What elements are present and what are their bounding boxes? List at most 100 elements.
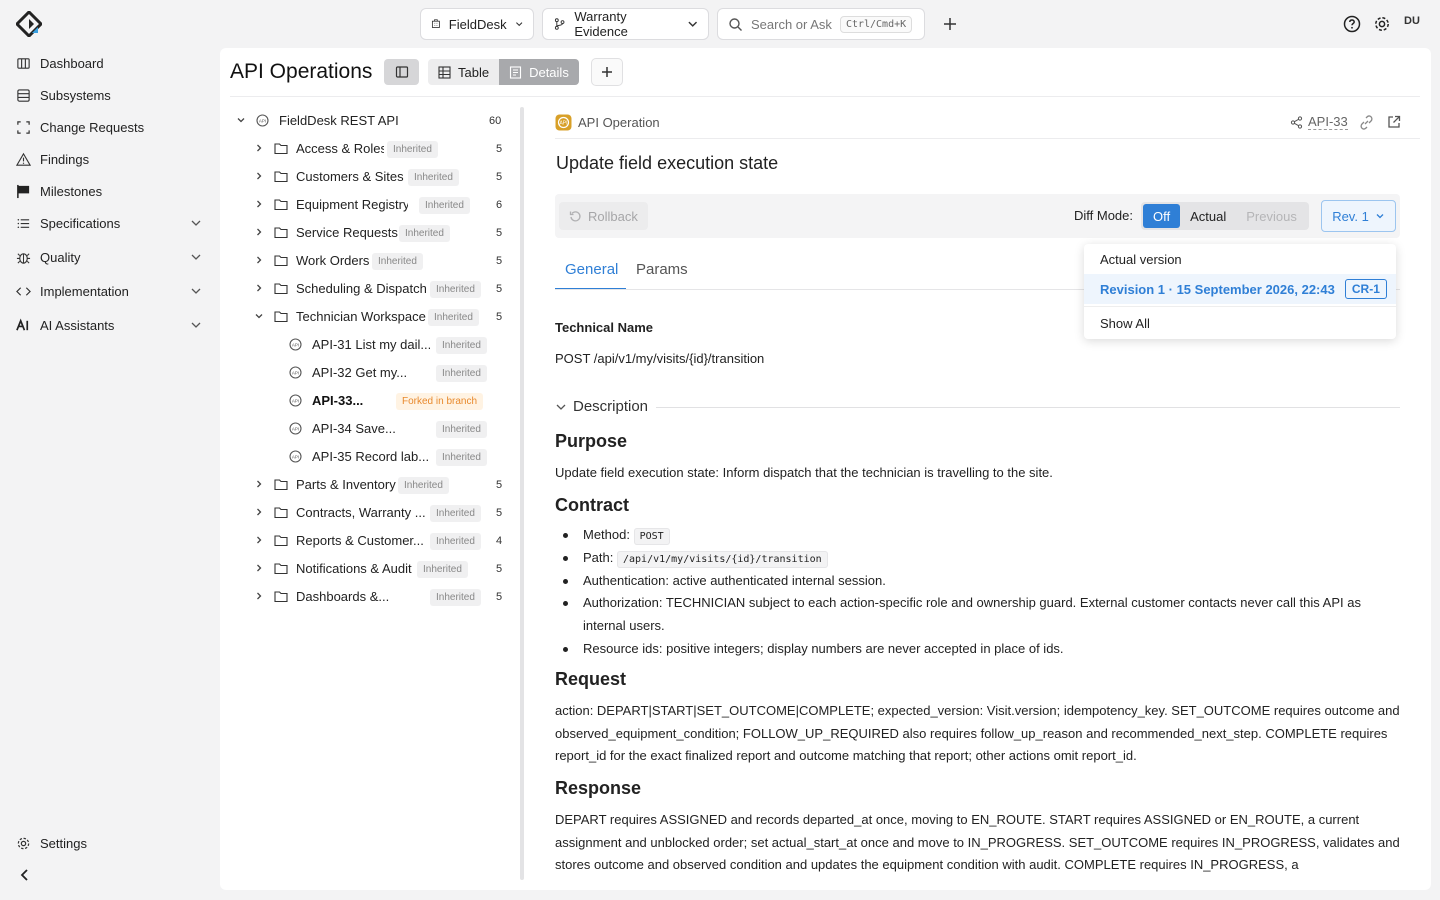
tree-group[interactable]: Notifications & Audit [254,557,412,579]
tree-group[interactable]: Equipment Registry [254,193,408,215]
tree-operation[interactable]: API API-35 Record lab... [289,445,428,467]
plus-icon [944,18,956,30]
dropdown-item-show-all[interactable]: Show All [1084,308,1396,338]
tree-group[interactable]: Technician Workspace [254,305,426,327]
sidebar-item-label: Implementation [40,283,129,299]
search-box[interactable]: Search or Ask Ctrl/Cmd+K [717,8,925,40]
tree-group[interactable]: Dashboards &... [254,585,389,607]
tree-count: 6 [496,199,503,211]
project-selector[interactable]: FieldDesk [420,8,534,40]
inherited-badge: Inherited [430,281,481,298]
diff-off-option[interactable]: Off [1143,204,1181,228]
description-toggle[interactable]: Description [555,398,648,415]
sidebar-item-specifications[interactable]: Specifications [16,211,206,235]
tree-group[interactable]: Service Requests [254,221,398,243]
tree-operation[interactable]: API API-33... [289,389,363,411]
api-icon: API [289,393,302,407]
settings-gear-icon[interactable] [1373,15,1391,33]
open-external-icon[interactable] [1387,115,1401,129]
diff-actual-option[interactable]: Actual [1180,204,1236,228]
ids-text: Resource ids: positive integers; display… [583,641,1064,656]
dropdown-item-revision[interactable]: Revision 1 · 15 September 2026, 22:43 CR… [1084,274,1396,304]
tree-group[interactable]: Reports & Customer... [254,529,424,551]
tree-group-label: Reports & Customer... [296,532,424,548]
tree-group[interactable]: Parts & Inventory [254,473,396,495]
detail-id[interactable]: API-33 [1290,114,1348,130]
chevron-down-icon [237,118,245,123]
tree-group[interactable]: Customers & Sites [254,165,404,187]
response-text: DEPART requires ASSIGNED and records dep… [555,812,1400,873]
sidebar-item-findings[interactable]: Findings [16,147,206,171]
tree-group-label: Access & Roles [296,140,384,156]
tree-operation[interactable]: API API-32 Get my... [289,361,407,383]
purpose-heading: Purpose [555,431,628,451]
tab-details[interactable]: Details [499,59,579,85]
chevron-right-icon [257,172,262,180]
tree-group[interactable]: Scheduling & Dispatch [254,277,426,299]
sidebar-item-implementation[interactable]: Implementation [16,279,206,303]
tree-resize-handle[interactable] [520,107,524,880]
copy-link-icon[interactable] [1359,115,1374,130]
rollback-button[interactable]: Rollback [559,202,648,230]
list-icon [17,218,30,228]
chevron-down-icon [191,254,201,260]
sidebar-item-dashboard[interactable]: Dashboard [16,51,206,75]
chevron-down-icon [191,288,201,294]
tree-count: 5 [496,507,503,519]
ai-icon [16,318,29,331]
diff-previous-option[interactable]: Previous [1236,204,1307,228]
toggle-tree-button[interactable] [384,59,419,85]
tab-label: Details [529,64,569,80]
user-avatar[interactable]: DU [1404,15,1420,27]
tab-general[interactable]: General [565,261,618,278]
chevron-down-icon [515,22,522,27]
tree-group[interactable]: Access & Roles [254,137,384,159]
add-view-button[interactable] [591,58,623,86]
tree-root[interactable]: API FieldDesk REST API [236,109,399,131]
search-shortcut: Ctrl/Cmd+K [839,15,913,33]
dropdown-item-actual-version[interactable]: Actual version [1084,244,1396,274]
tab-params[interactable]: Params [636,261,688,278]
sidebar-item-milestones[interactable]: Milestones [16,179,206,203]
sidebar-item-quality[interactable]: Quality [16,245,206,269]
tree-operation-label: API-31 List my dail... [312,336,430,352]
tree-count: 4 [496,535,503,547]
sidebar-item-subsystems[interactable]: Subsystems [16,83,206,107]
tree-operation[interactable]: API API-31 List my dail... [289,333,430,355]
tree-operation[interactable]: API API-34 Save... [289,417,396,439]
tree-count: 5 [496,171,503,183]
tab-table[interactable]: Table [428,59,499,85]
tree-group[interactable]: Contracts, Warranty ... [254,501,426,523]
contract-heading: Contract [555,495,630,515]
tree-operation-label: API-35 Record lab... [312,448,428,464]
sidebar-item-ai-assistants[interactable]: AI Assistants [16,313,206,337]
response-heading: Response [555,778,642,798]
collapse-sidebar-button[interactable] [18,867,32,883]
folder-icon [274,506,288,518]
detail-title: Update field execution state [556,153,779,173]
sidebar-item-settings[interactable]: Settings [16,831,206,855]
description-label: Description [573,398,649,415]
description-divider [656,407,1400,408]
add-button[interactable] [940,14,960,34]
tree-group-label: Notifications & Audit [296,560,412,576]
tree-group[interactable]: Work Orders [254,249,369,271]
help-icon[interactable] [1343,15,1361,33]
sidebar-item-label: Dashboard [40,55,104,71]
sidebar-item-label: Settings [40,835,87,851]
branch-selector[interactable]: Warranty Evidence [542,8,709,40]
tree-group-label: Contracts, Warranty ... [296,504,426,520]
sidebar-item-label: Milestones [40,183,103,199]
sidebar-item-change-requests[interactable]: Change Requests [16,115,206,139]
chevron-left-icon [20,869,28,881]
contract-item: Authentication: active authenticated int… [563,570,1403,593]
chevron-down-icon [255,314,263,319]
revision-button[interactable]: Rev. 1 [1321,200,1396,232]
folder-icon [274,254,288,266]
app-logo[interactable] [16,11,42,37]
contract-item: Path: /api/v1/my/visits/{id}/transition [563,547,1403,572]
sidebar-item-label: Findings [40,151,90,167]
plus-icon [602,67,612,77]
inherited-badge: Inherited [428,309,479,326]
tree-operation-label: API-32 Get my... [312,364,408,380]
